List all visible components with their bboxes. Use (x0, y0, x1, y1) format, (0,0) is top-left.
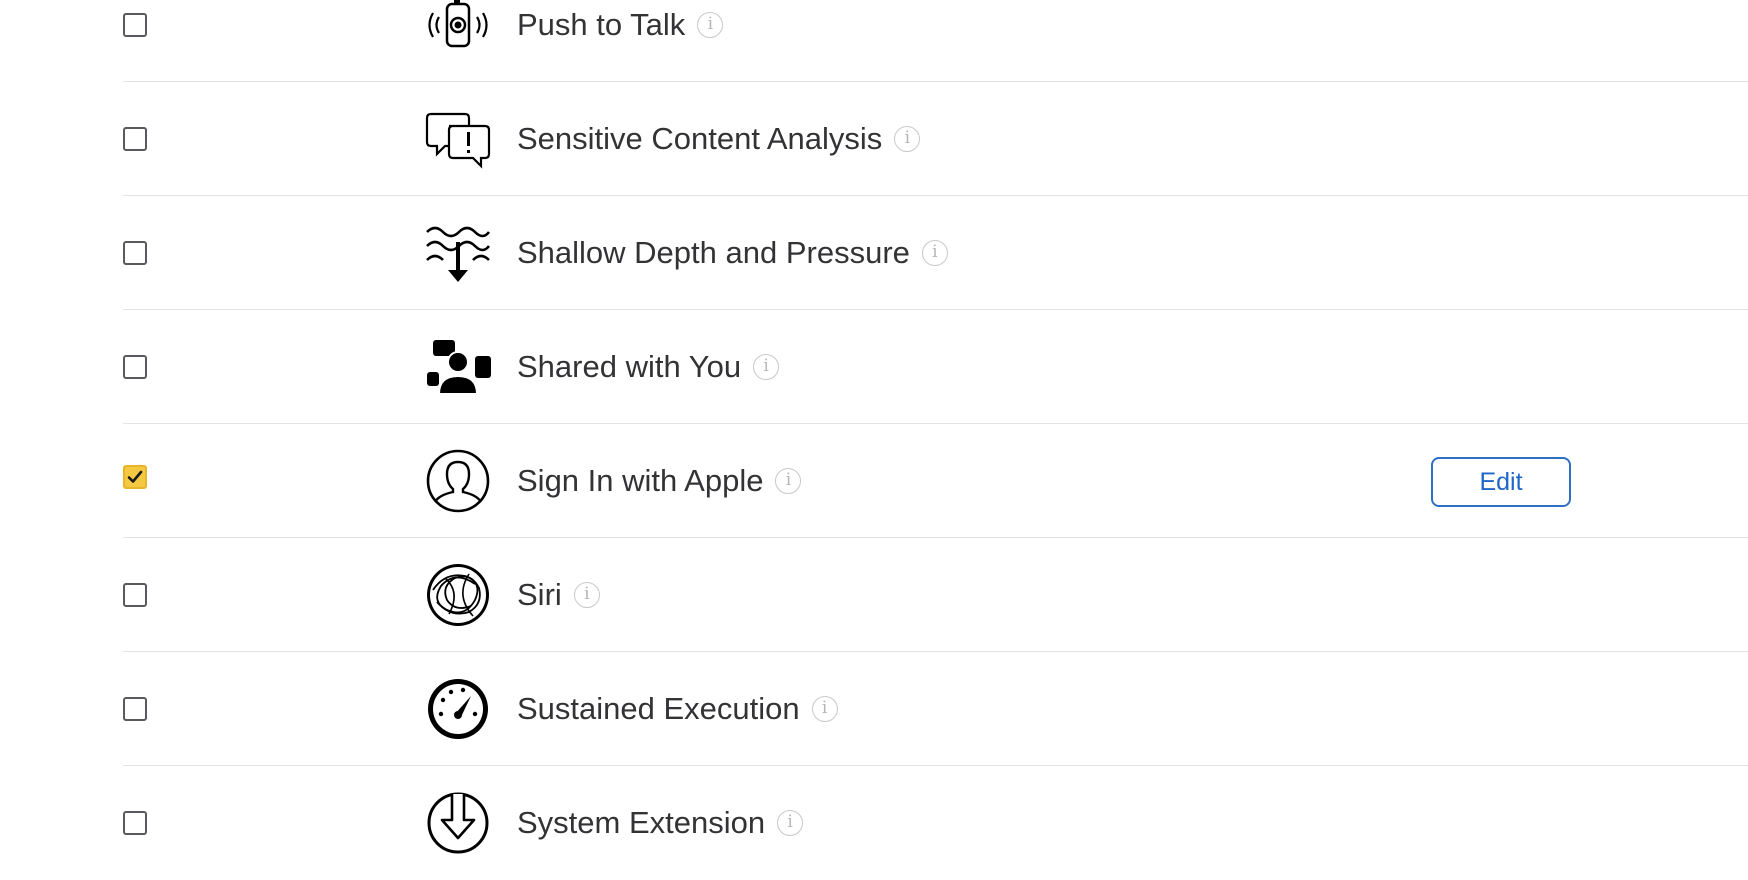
person-circle-icon (426, 449, 490, 513)
checkmark-icon (127, 470, 143, 483)
capability-label: System Extension (517, 805, 766, 840)
capability-label: Shallow Depth and Pressure (517, 235, 910, 270)
capability-row: Siri i (123, 538, 1748, 652)
capability-label: Shared with You (517, 349, 742, 384)
info-icon[interactable]: i (811, 696, 838, 722)
capability-row: Sign In with Apple i Edit (123, 424, 1748, 538)
water-depth-icon (426, 226, 491, 282)
capability-checkbox[interactable] (123, 127, 147, 151)
gauge-icon (428, 679, 488, 739)
push-to-talk-icon (428, 0, 488, 48)
capability-label: Siri (517, 577, 562, 612)
shared-people-icon (427, 340, 491, 395)
info-icon[interactable]: i (753, 354, 780, 380)
info-icon[interactable]: i (921, 240, 948, 266)
capability-checkbox[interactable] (123, 697, 147, 721)
info-icon[interactable]: i (775, 468, 802, 494)
info-icon[interactable]: i (697, 12, 724, 38)
capability-checkbox[interactable] (123, 465, 147, 489)
capability-checkbox[interactable] (123, 811, 147, 835)
capability-row: System Extension i (123, 766, 1748, 880)
capability-row: Push to Talk i (123, 0, 1748, 82)
capability-checkbox[interactable] (123, 583, 147, 607)
capability-label: Sign In with Apple (517, 463, 764, 498)
capability-row: Shallow Depth and Pressure i (123, 196, 1748, 310)
capability-row: Sensitive Content Analysis i (123, 82, 1748, 196)
capability-label: Sustained Execution (517, 691, 800, 726)
capability-checkbox[interactable] (123, 13, 147, 37)
siri-icon (427, 564, 489, 626)
edit-button[interactable]: Edit (1431, 457, 1571, 507)
info-icon[interactable]: i (573, 582, 600, 608)
capability-label: Push to Talk (517, 7, 686, 42)
capability-checkbox[interactable] (123, 241, 147, 265)
speech-bubbles-alert-icon (425, 112, 491, 169)
capability-label: Sensitive Content Analysis (517, 121, 883, 156)
download-circle-icon (427, 792, 489, 854)
capability-row: Sustained Execution i (123, 652, 1748, 766)
capability-row: Shared with You i (123, 310, 1748, 424)
capability-checkbox[interactable] (123, 355, 147, 379)
info-icon[interactable]: i (894, 126, 921, 152)
info-icon[interactable]: i (777, 810, 804, 836)
